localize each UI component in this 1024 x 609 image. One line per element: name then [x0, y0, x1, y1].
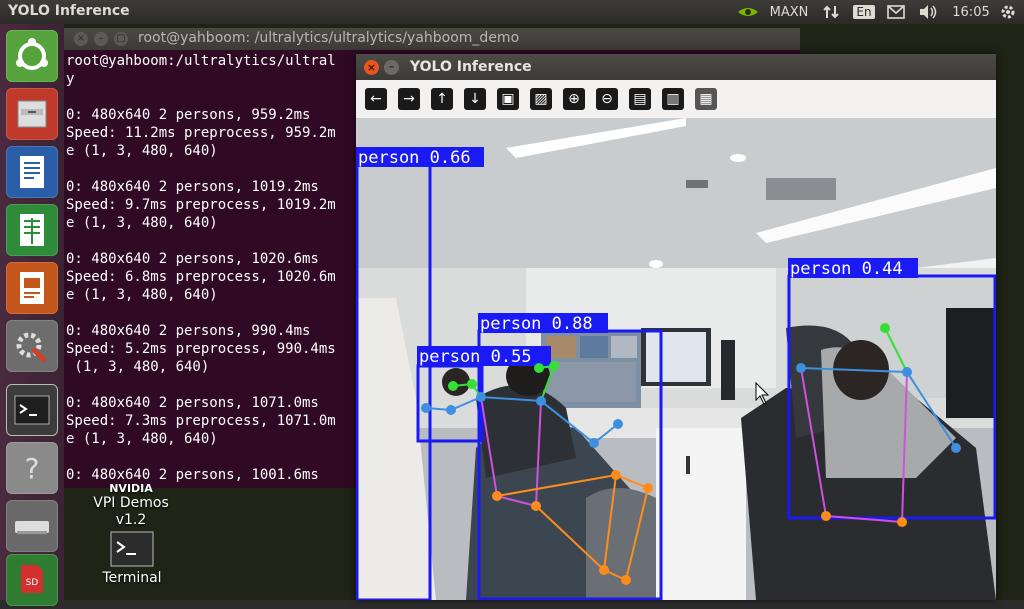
vpi-version: v1.2	[115, 512, 147, 528]
zoom-out-icon[interactable]: ⊖	[596, 88, 618, 110]
svg-text:SD: SD	[26, 578, 39, 588]
save-icon[interactable]: ▤	[629, 88, 651, 110]
top-panel: YOLO Inference MAXN En 16:05	[0, 0, 1024, 24]
launcher: ? SD	[0, 24, 64, 606]
yolo-window[interactable]: × – YOLO Inference ← → ↑ ↓ ▣ ▨ ⊕ ⊖ ▤ ▥ ▦	[356, 54, 996, 600]
detection-label-2: person 0.88	[480, 314, 593, 334]
forward-arrow-icon[interactable]: →	[398, 88, 420, 110]
inference-view[interactable]: person 0.66 person 0.88 person 0.55 pers…	[356, 118, 996, 600]
image-settings-icon[interactable]: ▨	[530, 88, 552, 110]
impress-icon[interactable]	[6, 262, 58, 314]
terminal-icon[interactable]	[6, 384, 58, 436]
yolo-close-button[interactable]: ×	[364, 60, 379, 75]
calc-icon[interactable]	[6, 204, 58, 256]
image-icon[interactable]: ▣	[497, 88, 519, 110]
nvidia-icon[interactable]	[734, 0, 762, 24]
terminal-title: root@yahboom: /ultralytics/ultralytics/y…	[138, 30, 520, 46]
vpi-label: VPI Demos	[93, 495, 169, 511]
yolo-toolbar: ← → ↑ ↓ ▣ ▨ ⊕ ⊖ ▤ ▥ ▦	[356, 80, 996, 118]
help-icon[interactable]: ?	[6, 442, 58, 494]
drive-icon[interactable]	[6, 500, 58, 552]
power-mode-indicator[interactable]: MAXN	[764, 0, 814, 24]
ubuntu-dash-icon[interactable]	[6, 30, 58, 82]
network-icon[interactable]	[820, 0, 842, 24]
volume-icon[interactable]	[916, 0, 940, 24]
yolo-titlebar[interactable]: × – YOLO Inference	[356, 54, 996, 80]
terminal-shortcut-icon	[110, 531, 154, 567]
detection-label-4: person 0.44	[790, 259, 903, 279]
up-arrow-icon[interactable]: ↑	[431, 88, 453, 110]
sd-card-icon[interactable]: SD	[6, 554, 58, 606]
writer-icon[interactable]	[6, 146, 58, 198]
clipboard-icon[interactable]: ▥	[662, 88, 684, 110]
vpi-brand: NVIDIA	[109, 482, 153, 495]
files-icon[interactable]	[6, 88, 58, 140]
terminal-minimize-button[interactable]: –	[94, 32, 108, 46]
settings-icon[interactable]	[6, 320, 58, 372]
mail-icon[interactable]	[884, 0, 908, 24]
vpi-demos-shortcut[interactable]: NVIDIA VPI Demos v1.2	[86, 483, 176, 529]
terminal-desktop-shortcut[interactable]: Terminal	[100, 528, 164, 586]
detection-label-1: person 0.66	[358, 148, 471, 168]
back-arrow-icon[interactable]: ←	[365, 88, 387, 110]
terminal-shortcut-label: Terminal	[102, 570, 162, 586]
down-arrow-icon[interactable]: ↓	[464, 88, 486, 110]
active-app-title: YOLO Inference	[8, 3, 130, 19]
detection-label-3: person 0.55	[419, 347, 532, 367]
terminal-close-button[interactable]: ×	[74, 32, 88, 46]
camera-frame: person 0.66 person 0.88 person 0.55 pers…	[356, 118, 996, 600]
zoom-in-icon[interactable]: ⊕	[563, 88, 585, 110]
gear-icon[interactable]	[996, 0, 1020, 24]
yolo-minimize-button[interactable]: –	[384, 60, 399, 75]
keyboard-layout: En	[853, 5, 875, 19]
clock[interactable]: 16:05	[948, 0, 994, 24]
svg-text:?: ?	[25, 452, 40, 485]
terminal-maximize-button[interactable]: □	[114, 32, 128, 46]
properties-icon[interactable]: ▦	[695, 88, 717, 110]
keyboard-icon[interactable]: En	[852, 0, 876, 24]
terminal-titlebar[interactable]: × – □ root@yahboom: /ultralytics/ultraly…	[64, 28, 800, 50]
yolo-title: YOLO Inference	[410, 59, 532, 75]
